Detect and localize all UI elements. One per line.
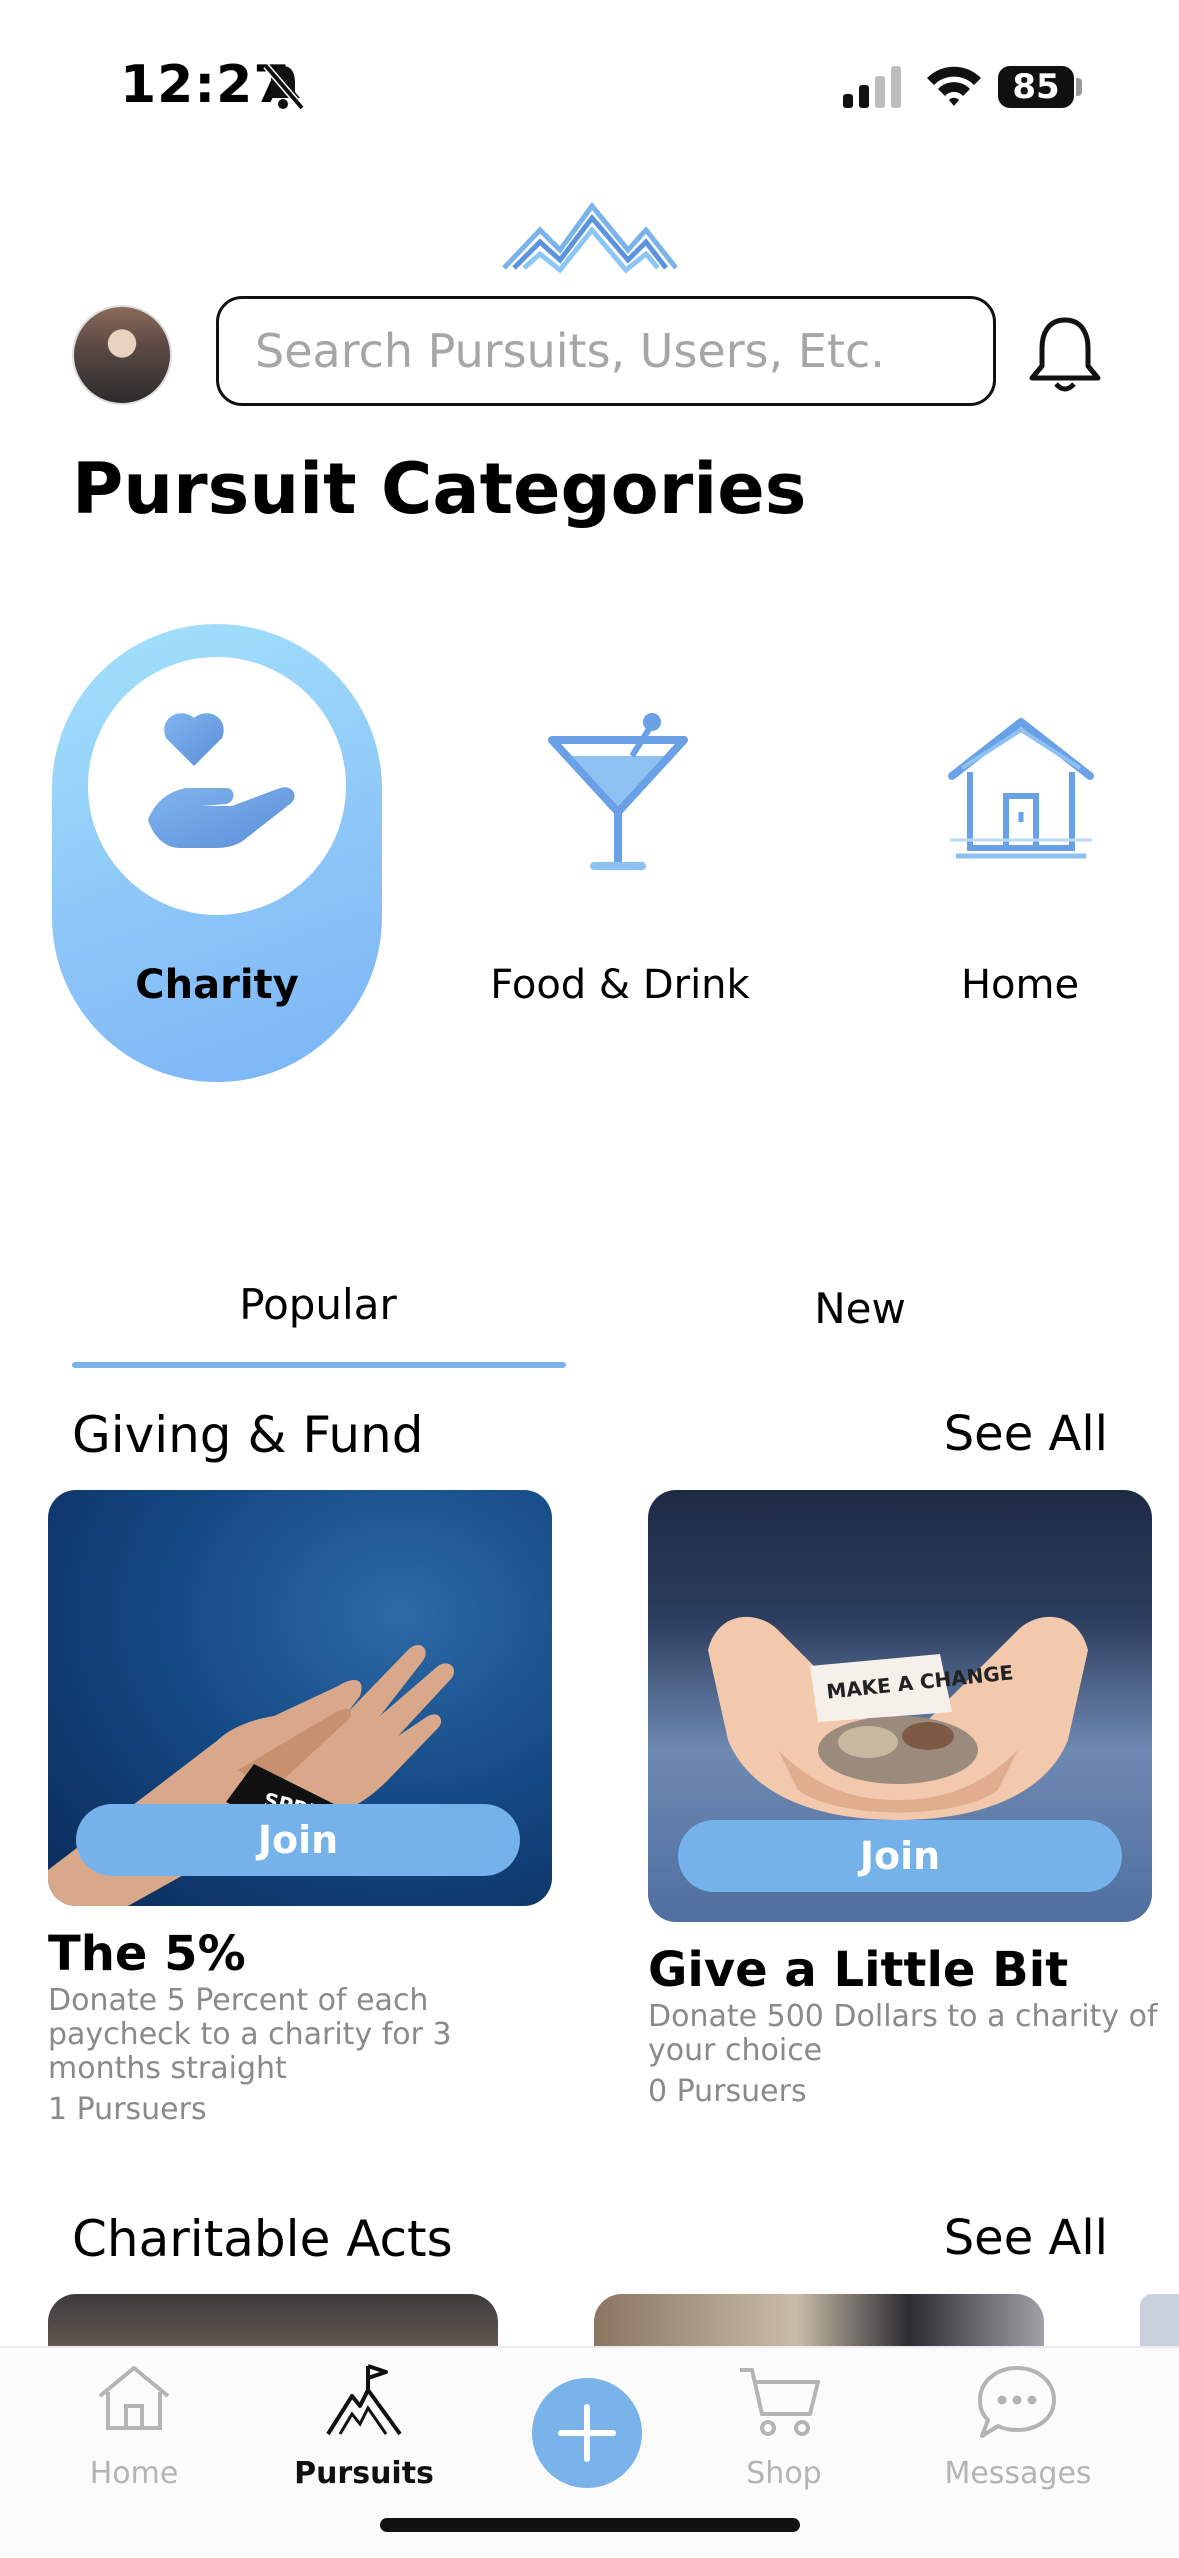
search-input[interactable]: [219, 299, 993, 403]
section-title: Giving & Fund: [72, 1406, 424, 1464]
category-label: Food & Drink: [490, 962, 750, 1008]
see-all-link[interactable]: See All: [830, 1406, 1108, 1462]
nav-label[interactable]: Shop: [684, 2456, 884, 2491]
join-button[interactable]: Join: [76, 1804, 520, 1876]
cellular-signal-icon: [843, 66, 901, 108]
pursuit-card-image[interactable]: [1140, 2294, 1179, 2354]
tab-active-indicator: [72, 1362, 566, 1368]
join-button[interactable]: Join: [678, 1820, 1122, 1892]
mountain-flag-icon[interactable]: [326, 2362, 402, 2438]
pursuit-description: Donate 5 Percent of each paycheck to a c…: [48, 1983, 452, 2086]
pursuit-card-image[interactable]: [594, 2294, 1044, 2354]
section-title: Charitable Acts: [72, 2210, 453, 2268]
see-all-link[interactable]: See All: [830, 2210, 1108, 2266]
add-pursuit-button[interactable]: [532, 2378, 642, 2488]
tab-popular[interactable]: Popular: [72, 1280, 564, 1329]
search-field[interactable]: [216, 296, 996, 406]
plus-icon: [558, 2404, 616, 2462]
page-title: Pursuit Categories: [72, 448, 807, 530]
pursuit-card-image[interactable]: SPREAD LOVE Join: [48, 1490, 552, 1906]
pursuit-title[interactable]: Give a Little Bit: [648, 1942, 1068, 1998]
pursuit-card-image[interactable]: MAKE A CHANGE Join: [648, 1490, 1152, 1922]
nav-label[interactable]: Pursuits: [264, 2456, 464, 2491]
home-indicator: [380, 2518, 800, 2532]
hand-heart-icon: [148, 713, 295, 848]
battery-tip: [1076, 78, 1082, 96]
pursuers-count: 1 Pursuers: [48, 2092, 207, 2127]
notification-bell-icon[interactable]: [1022, 312, 1108, 398]
category-label: Charity: [135, 962, 299, 1008]
nav-label[interactable]: Messages: [918, 2456, 1118, 2491]
cart-icon[interactable]: [738, 2364, 822, 2438]
wifi-icon: [927, 66, 981, 106]
nav-label[interactable]: Home: [34, 2456, 234, 2491]
house-icon[interactable]: [946, 716, 1096, 864]
pursuit-card-image[interactable]: [48, 2294, 498, 2354]
user-avatar[interactable]: [72, 305, 172, 405]
pursuit-description: Donate 500 Dollars to a charity of your …: [648, 1999, 1158, 2068]
home-icon[interactable]: [96, 2362, 172, 2434]
pursuers-count: 0 Pursuers: [648, 2074, 807, 2109]
chat-icon[interactable]: [976, 2364, 1058, 2440]
cocktail-icon[interactable]: [548, 708, 688, 872]
pursuit-title[interactable]: The 5%: [48, 1926, 246, 1982]
battery-indicator: 85: [998, 66, 1074, 108]
category-label: Home: [960, 962, 1080, 1008]
tab-new[interactable]: New: [620, 1284, 1100, 1333]
bell-muted-icon: [263, 63, 304, 110]
mountain-logo-icon: [502, 201, 678, 274]
